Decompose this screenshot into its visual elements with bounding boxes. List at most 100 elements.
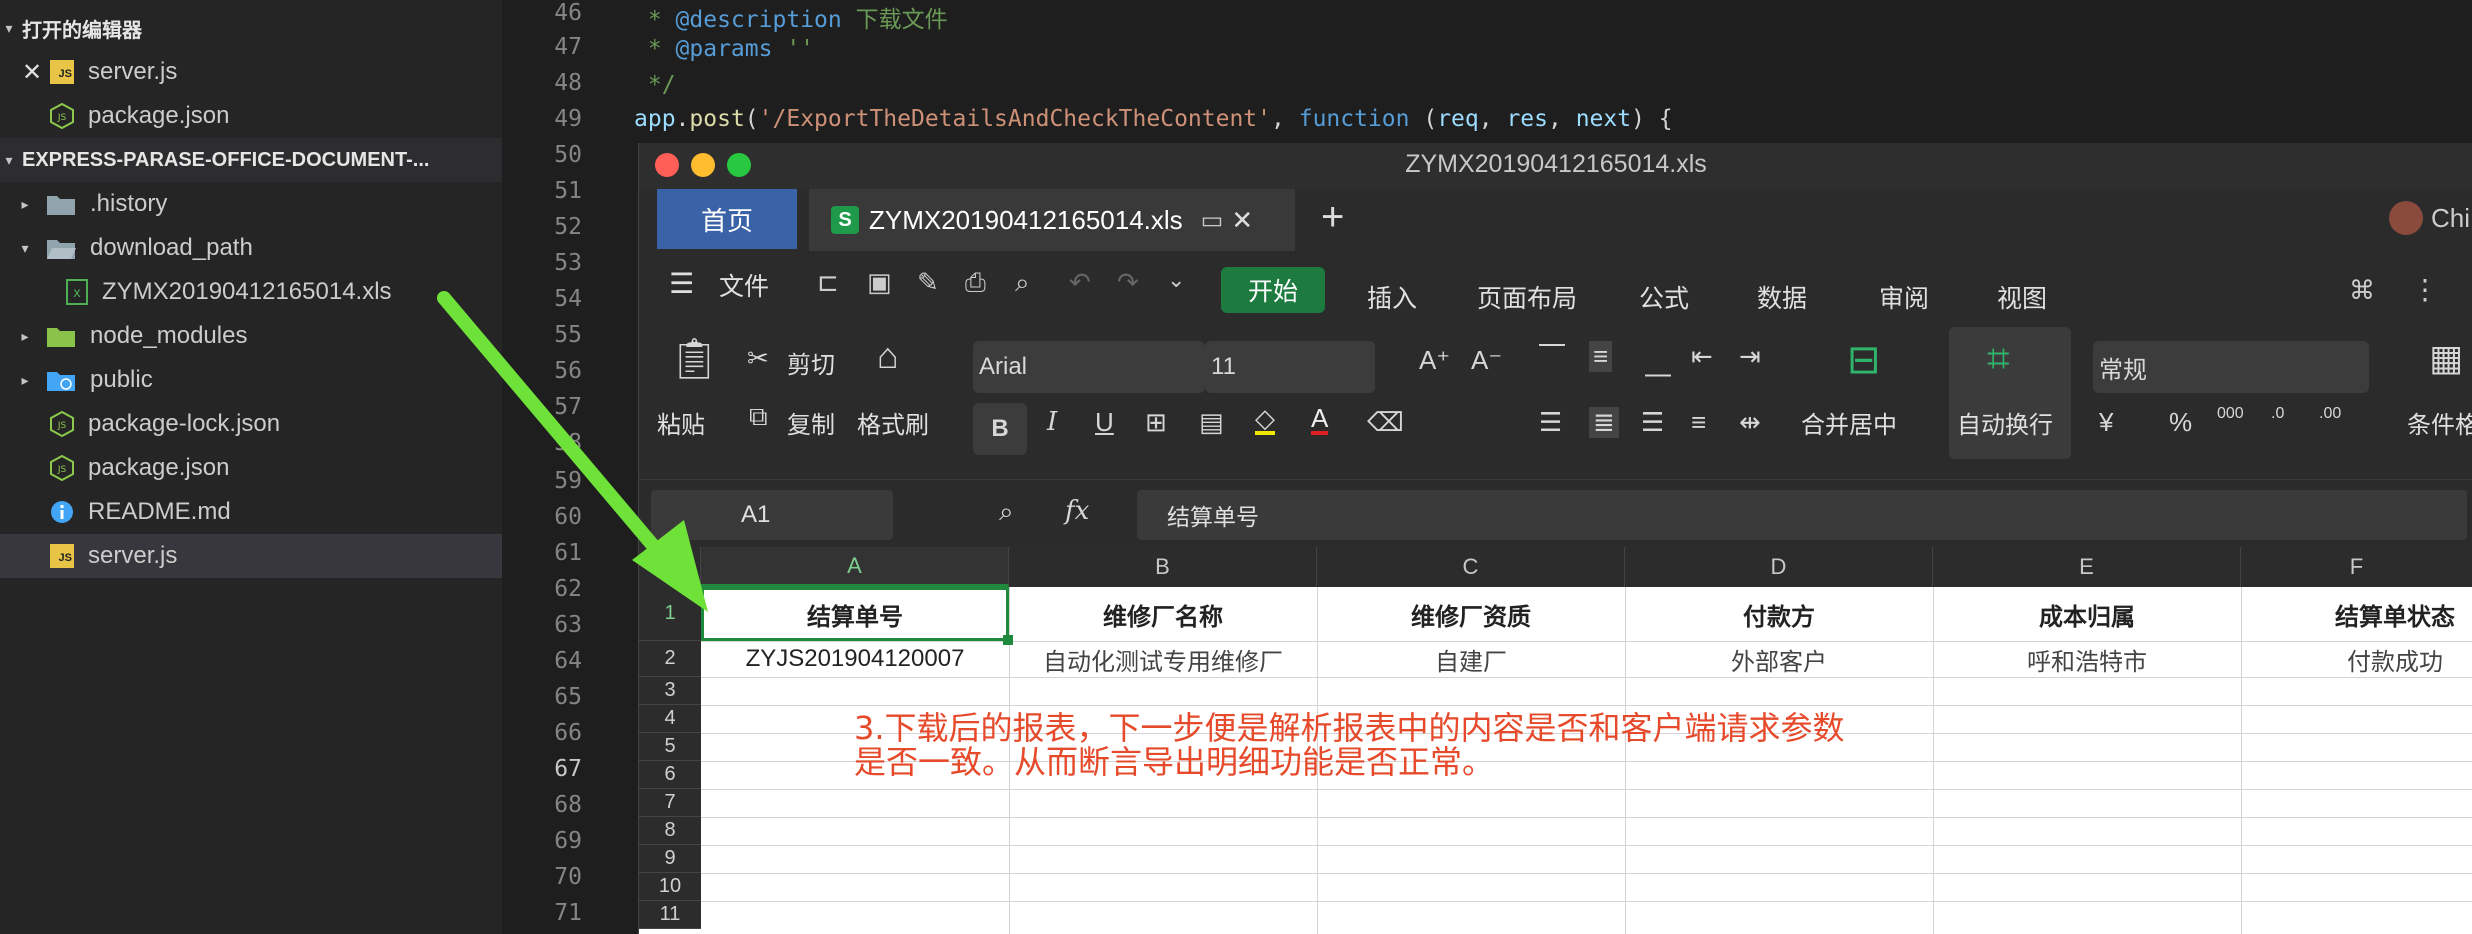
- fx-label[interactable]: fx: [1065, 496, 1089, 526]
- align-right-icon[interactable]: ☰: [1641, 407, 1664, 438]
- decrease-font-icon[interactable]: A⁻: [1471, 345, 1502, 376]
- conditional-format-button[interactable]: 条件格: [2407, 405, 2472, 440]
- more-options-icon[interactable]: ⋮: [2411, 273, 2439, 306]
- open-editors-header[interactable]: ▾ 打开的编辑器: [0, 6, 502, 50]
- row-header[interactable]: 1: [639, 587, 701, 641]
- zoom-search-icon[interactable]: ⌕: [999, 496, 1014, 528]
- cell-e1[interactable]: 成本归属: [1933, 587, 2241, 641]
- formula-input[interactable]: 结算单号: [1137, 490, 2467, 540]
- paste-icon[interactable]: 📋︎: [669, 335, 720, 382]
- cell-c1[interactable]: 维修厂资质: [1317, 587, 1625, 641]
- cell-f2[interactable]: 付款成功: [2241, 641, 2472, 677]
- underline-button[interactable]: U: [1095, 407, 1114, 438]
- italic-button[interactable]: I: [1047, 407, 1057, 437]
- currency-icon[interactable]: ¥: [2099, 407, 2113, 438]
- hamburger-menu-icon[interactable]: ☰: [669, 267, 694, 300]
- tree-item-xls-file[interactable]: x ZYMX20190412165014.xls: [0, 270, 502, 314]
- row-header[interactable]: 5: [639, 733, 701, 761]
- row-header[interactable]: 2: [639, 641, 701, 677]
- cell-c2[interactable]: 自建厂: [1317, 641, 1625, 677]
- number-format-select[interactable]: 常规: [2093, 341, 2369, 393]
- undo-icon[interactable]: ↶: [1069, 267, 1091, 298]
- tab-home[interactable]: 首页: [657, 189, 797, 249]
- window-titlebar[interactable]: ZYMX20190412165014.xls: [639, 143, 2472, 189]
- wrap-text-button[interactable]: ⌗ 自动换行: [1949, 327, 2071, 459]
- menu-insert[interactable]: 插入: [1367, 279, 1417, 315]
- menu-view[interactable]: 视图: [1997, 279, 2047, 315]
- menu-start[interactable]: 开始: [1221, 267, 1325, 313]
- cell-b1[interactable]: 维修厂名称: [1009, 587, 1317, 641]
- tree-item-public[interactable]: ▸ public: [0, 358, 502, 402]
- row-header[interactable]: 11: [639, 901, 701, 929]
- tree-item-node-modules[interactable]: ▸ node_modules: [0, 314, 502, 358]
- thousands-icon[interactable]: 000: [2217, 405, 2244, 423]
- distribute-icon[interactable]: ⇹: [1739, 407, 1761, 438]
- cell-a1[interactable]: 结算单号: [701, 587, 1009, 641]
- tab-document[interactable]: S ZYMX20190412165014.xls ▭ ✕: [809, 189, 1295, 251]
- menu-data[interactable]: 数据: [1757, 279, 1807, 315]
- close-tab-icon[interactable]: ✕: [1231, 205, 1253, 236]
- merge-center-button[interactable]: 合并居中: [1801, 405, 1897, 440]
- borders-icon[interactable]: ⊞: [1145, 407, 1167, 438]
- decrease-indent-icon[interactable]: ⇤: [1691, 341, 1713, 372]
- redo-icon[interactable]: ↷: [1117, 267, 1139, 298]
- open-editor-package-json[interactable]: JS package.json: [0, 94, 502, 138]
- column-header-e[interactable]: E: [1933, 547, 2241, 587]
- copy-button[interactable]: 复制: [787, 405, 835, 440]
- increase-indent-icon[interactable]: ⇥: [1739, 341, 1761, 372]
- increase-font-icon[interactable]: A⁺: [1419, 345, 1450, 376]
- cell-e2[interactable]: 呼和浩特市: [1933, 641, 2241, 677]
- menu-formula[interactable]: 公式: [1639, 279, 1689, 315]
- align-top-icon[interactable]: ⎺: [1539, 341, 1565, 373]
- print-preview-icon[interactable]: ⌕: [1015, 267, 1030, 299]
- project-header[interactable]: ▾ EXPRESS-PARASE-OFFICE-DOCUMENT-...: [0, 138, 502, 182]
- justify-icon[interactable]: ≡: [1691, 407, 1706, 438]
- row-header[interactable]: 7: [639, 789, 701, 817]
- tree-item-package-json[interactable]: JS package.json: [0, 446, 502, 490]
- tree-item-server-js[interactable]: JS server.js: [0, 534, 502, 578]
- align-middle-icon[interactable]: ≡: [1589, 341, 1613, 372]
- monitor-icon[interactable]: ▭: [1201, 206, 1224, 235]
- new-tab-button[interactable]: +: [1321, 195, 1344, 240]
- merge-cells-icon[interactable]: ⊟: [1847, 337, 1881, 383]
- align-bottom-icon[interactable]: ⎽: [1645, 347, 1671, 379]
- cell-f1[interactable]: 结算单状态: [2241, 587, 2472, 641]
- open-editor-server-js[interactable]: ✕ JS server.js: [0, 50, 502, 94]
- percent-icon[interactable]: %: [2169, 407, 2192, 438]
- column-header-f[interactable]: F: [2241, 547, 2472, 587]
- row-header[interactable]: 4: [639, 705, 701, 733]
- font-size-select[interactable]: 11: [1205, 341, 1375, 393]
- spreadsheet-grid[interactable]: A B C D E F 1 2 3 4 5 6 7 8 9 10 11 结算单号: [639, 547, 2472, 934]
- increase-decimal-icon[interactable]: .0: [2271, 405, 2284, 423]
- format-painter-button[interactable]: 格式刷: [857, 405, 929, 440]
- fill-color-icon[interactable]: ◇: [1255, 405, 1275, 435]
- tree-item-readme[interactable]: README.md: [0, 490, 502, 534]
- align-center-icon[interactable]: ≣: [1589, 407, 1619, 438]
- column-header-c[interactable]: C: [1317, 547, 1625, 587]
- row-header[interactable]: 3: [639, 677, 701, 705]
- name-box[interactable]: A1: [651, 490, 893, 540]
- decrease-decimal-icon[interactable]: .00: [2319, 405, 2341, 423]
- cell-d2[interactable]: 外部客户: [1625, 641, 1933, 677]
- user-account[interactable]: Chi: [2389, 201, 2470, 235]
- align-left-icon[interactable]: ☰: [1539, 407, 1562, 438]
- column-header-d[interactable]: D: [1625, 547, 1933, 587]
- tree-item-package-lock[interactable]: JS package-lock.json: [0, 402, 502, 446]
- cut-button[interactable]: 剪切: [787, 345, 835, 380]
- cell-style-icon[interactable]: ▤: [1199, 407, 1224, 438]
- row-header[interactable]: 9: [639, 845, 701, 873]
- paste-label[interactable]: 粘贴: [657, 405, 705, 440]
- copy-icon[interactable]: ⧉: [749, 401, 768, 433]
- column-header-b[interactable]: B: [1009, 547, 1317, 587]
- share-icon[interactable]: ⌘: [2349, 275, 2375, 306]
- menu-page-layout[interactable]: 页面布局: [1477, 279, 1577, 315]
- cell-b2[interactable]: 自动化测试专用维修厂: [1009, 641, 1317, 677]
- close-icon[interactable]: ✕: [22, 58, 48, 87]
- bold-button[interactable]: B: [973, 403, 1027, 455]
- menu-review[interactable]: 审阅: [1879, 279, 1929, 315]
- row-header[interactable]: 8: [639, 817, 701, 845]
- conditional-format-icon[interactable]: ▦: [2429, 337, 2463, 379]
- row-header[interactable]: 10: [639, 873, 701, 901]
- more-dropdown-icon[interactable]: ⌄: [1167, 267, 1185, 293]
- print-icon[interactable]: ⎙: [965, 267, 986, 299]
